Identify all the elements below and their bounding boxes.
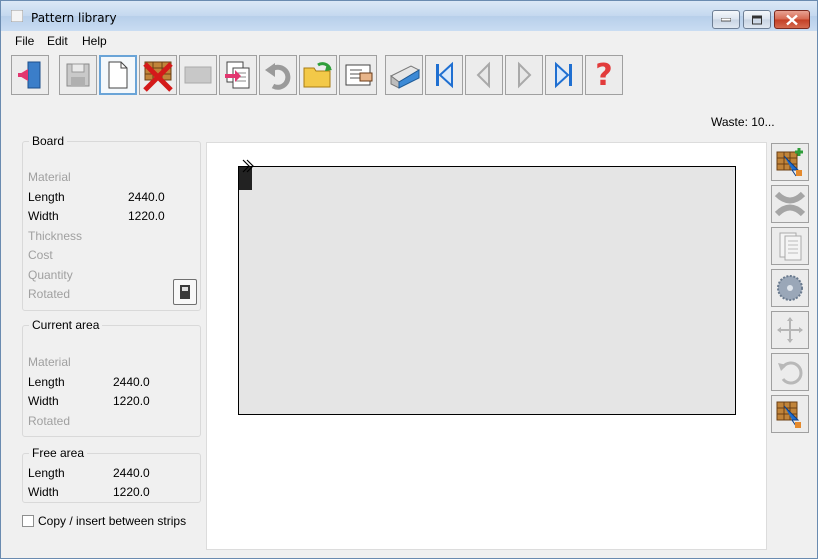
properties-icon xyxy=(345,64,373,86)
menu-file[interactable]: File xyxy=(15,34,34,48)
free-width-key: Width xyxy=(28,485,59,499)
disabled-tool-button[interactable] xyxy=(179,55,217,95)
saw-blade-icon xyxy=(777,275,803,301)
help-icon: ? xyxy=(595,58,612,92)
copy-insert-checkbox[interactable] xyxy=(22,515,34,527)
menu-help[interactable]: Help xyxy=(82,34,107,48)
new-button[interactable] xyxy=(99,55,137,95)
print-icon xyxy=(390,65,421,89)
free-length-value: 2440.0 xyxy=(113,466,150,480)
current-length-value: 2440.0 xyxy=(113,375,150,389)
pages-button[interactable] xyxy=(771,227,809,265)
board-length-key: Length xyxy=(28,190,65,204)
menu-edit[interactable]: Edit xyxy=(47,34,68,48)
previous-icon xyxy=(476,61,490,89)
last-button[interactable] xyxy=(545,55,583,95)
copy-pattern-icon xyxy=(225,61,250,89)
remove-button[interactable] xyxy=(771,185,809,223)
board-thickness-key: Thickness xyxy=(28,229,83,243)
current-material-key: Material xyxy=(28,355,71,369)
maximize-icon xyxy=(752,15,762,24)
delete-pattern-icon xyxy=(143,61,173,92)
copy-insert-label: Copy / insert between strips xyxy=(38,514,187,528)
rotate-icon xyxy=(778,361,803,385)
properties-button[interactable] xyxy=(339,55,377,95)
exit-icon xyxy=(18,61,41,89)
app-icon xyxy=(11,10,23,22)
delete-pattern-button[interactable] xyxy=(139,55,177,95)
add-pattern-icon xyxy=(776,148,803,177)
window-title: Pattern library xyxy=(31,11,117,25)
board-select-button[interactable] xyxy=(173,279,197,305)
minimize-icon xyxy=(721,17,731,21)
blank-disabled-icon xyxy=(184,66,212,84)
close-button[interactable] xyxy=(774,10,810,29)
board-group-label: Board xyxy=(29,134,68,148)
board-rotated-key: Rotated xyxy=(28,287,71,301)
pages-icon xyxy=(779,232,802,261)
maximize-button[interactable] xyxy=(743,10,771,29)
copy-pattern-button[interactable] xyxy=(219,55,257,95)
free-area-group-label: Free area xyxy=(29,446,88,460)
current-width-key: Width xyxy=(28,394,59,408)
exit-button[interactable] xyxy=(11,55,49,95)
menu-bar: File Edit Help xyxy=(1,32,817,50)
double-chevron-icon xyxy=(242,159,254,173)
new-page-icon xyxy=(108,61,128,89)
minimize-button[interactable] xyxy=(712,10,740,29)
remove-x-icon xyxy=(774,191,806,217)
current-length-key: Length xyxy=(28,375,65,389)
board-quantity-key: Quantity xyxy=(28,268,73,282)
help-button[interactable]: ? xyxy=(585,55,623,95)
board-length-value: 2440.0 xyxy=(128,190,165,204)
move-button[interactable] xyxy=(771,311,809,349)
select-pattern-icon xyxy=(776,401,801,428)
print-button[interactable] xyxy=(385,55,423,95)
pattern-canvas[interactable] xyxy=(206,142,767,550)
current-width-value: 1220.0 xyxy=(113,394,150,408)
next-icon xyxy=(518,61,532,89)
close-icon xyxy=(786,14,798,25)
free-length-key: Length xyxy=(28,466,65,480)
add-pattern-button[interactable] xyxy=(771,143,809,181)
move-arrows-icon xyxy=(777,317,803,343)
select-pattern-button[interactable] xyxy=(771,395,809,433)
first-button[interactable] xyxy=(425,55,463,95)
free-width-value: 1220.0 xyxy=(113,485,150,499)
board-width-key: Width xyxy=(28,209,59,223)
app-window: Pattern library File Edit Help ? Waste: … xyxy=(0,0,818,559)
board-cost-key: Cost xyxy=(28,248,53,262)
board-material-key: Material xyxy=(28,170,71,184)
save-disk-icon xyxy=(66,63,90,87)
board-rectangle[interactable] xyxy=(238,166,736,415)
svg-text:?: ? xyxy=(595,58,612,92)
open-folder-button[interactable] xyxy=(299,55,337,95)
next-button[interactable] xyxy=(505,55,543,95)
current-rotated-key: Rotated xyxy=(28,414,71,428)
title-bar[interactable]: Pattern library xyxy=(1,1,817,31)
save-button[interactable] xyxy=(59,55,97,95)
undo-icon xyxy=(265,63,291,90)
current-area-group-label: Current area xyxy=(29,318,103,332)
book-icon xyxy=(180,285,190,299)
first-icon xyxy=(436,61,453,89)
board-width-value: 1220.0 xyxy=(128,209,165,223)
saw-blade-button[interactable] xyxy=(771,269,809,307)
rotate-button[interactable] xyxy=(771,353,809,391)
last-icon xyxy=(555,61,572,89)
waste-label: Waste: 10... xyxy=(711,115,775,129)
previous-button[interactable] xyxy=(465,55,503,95)
open-folder-icon xyxy=(303,62,332,88)
undo-button[interactable] xyxy=(259,55,297,95)
